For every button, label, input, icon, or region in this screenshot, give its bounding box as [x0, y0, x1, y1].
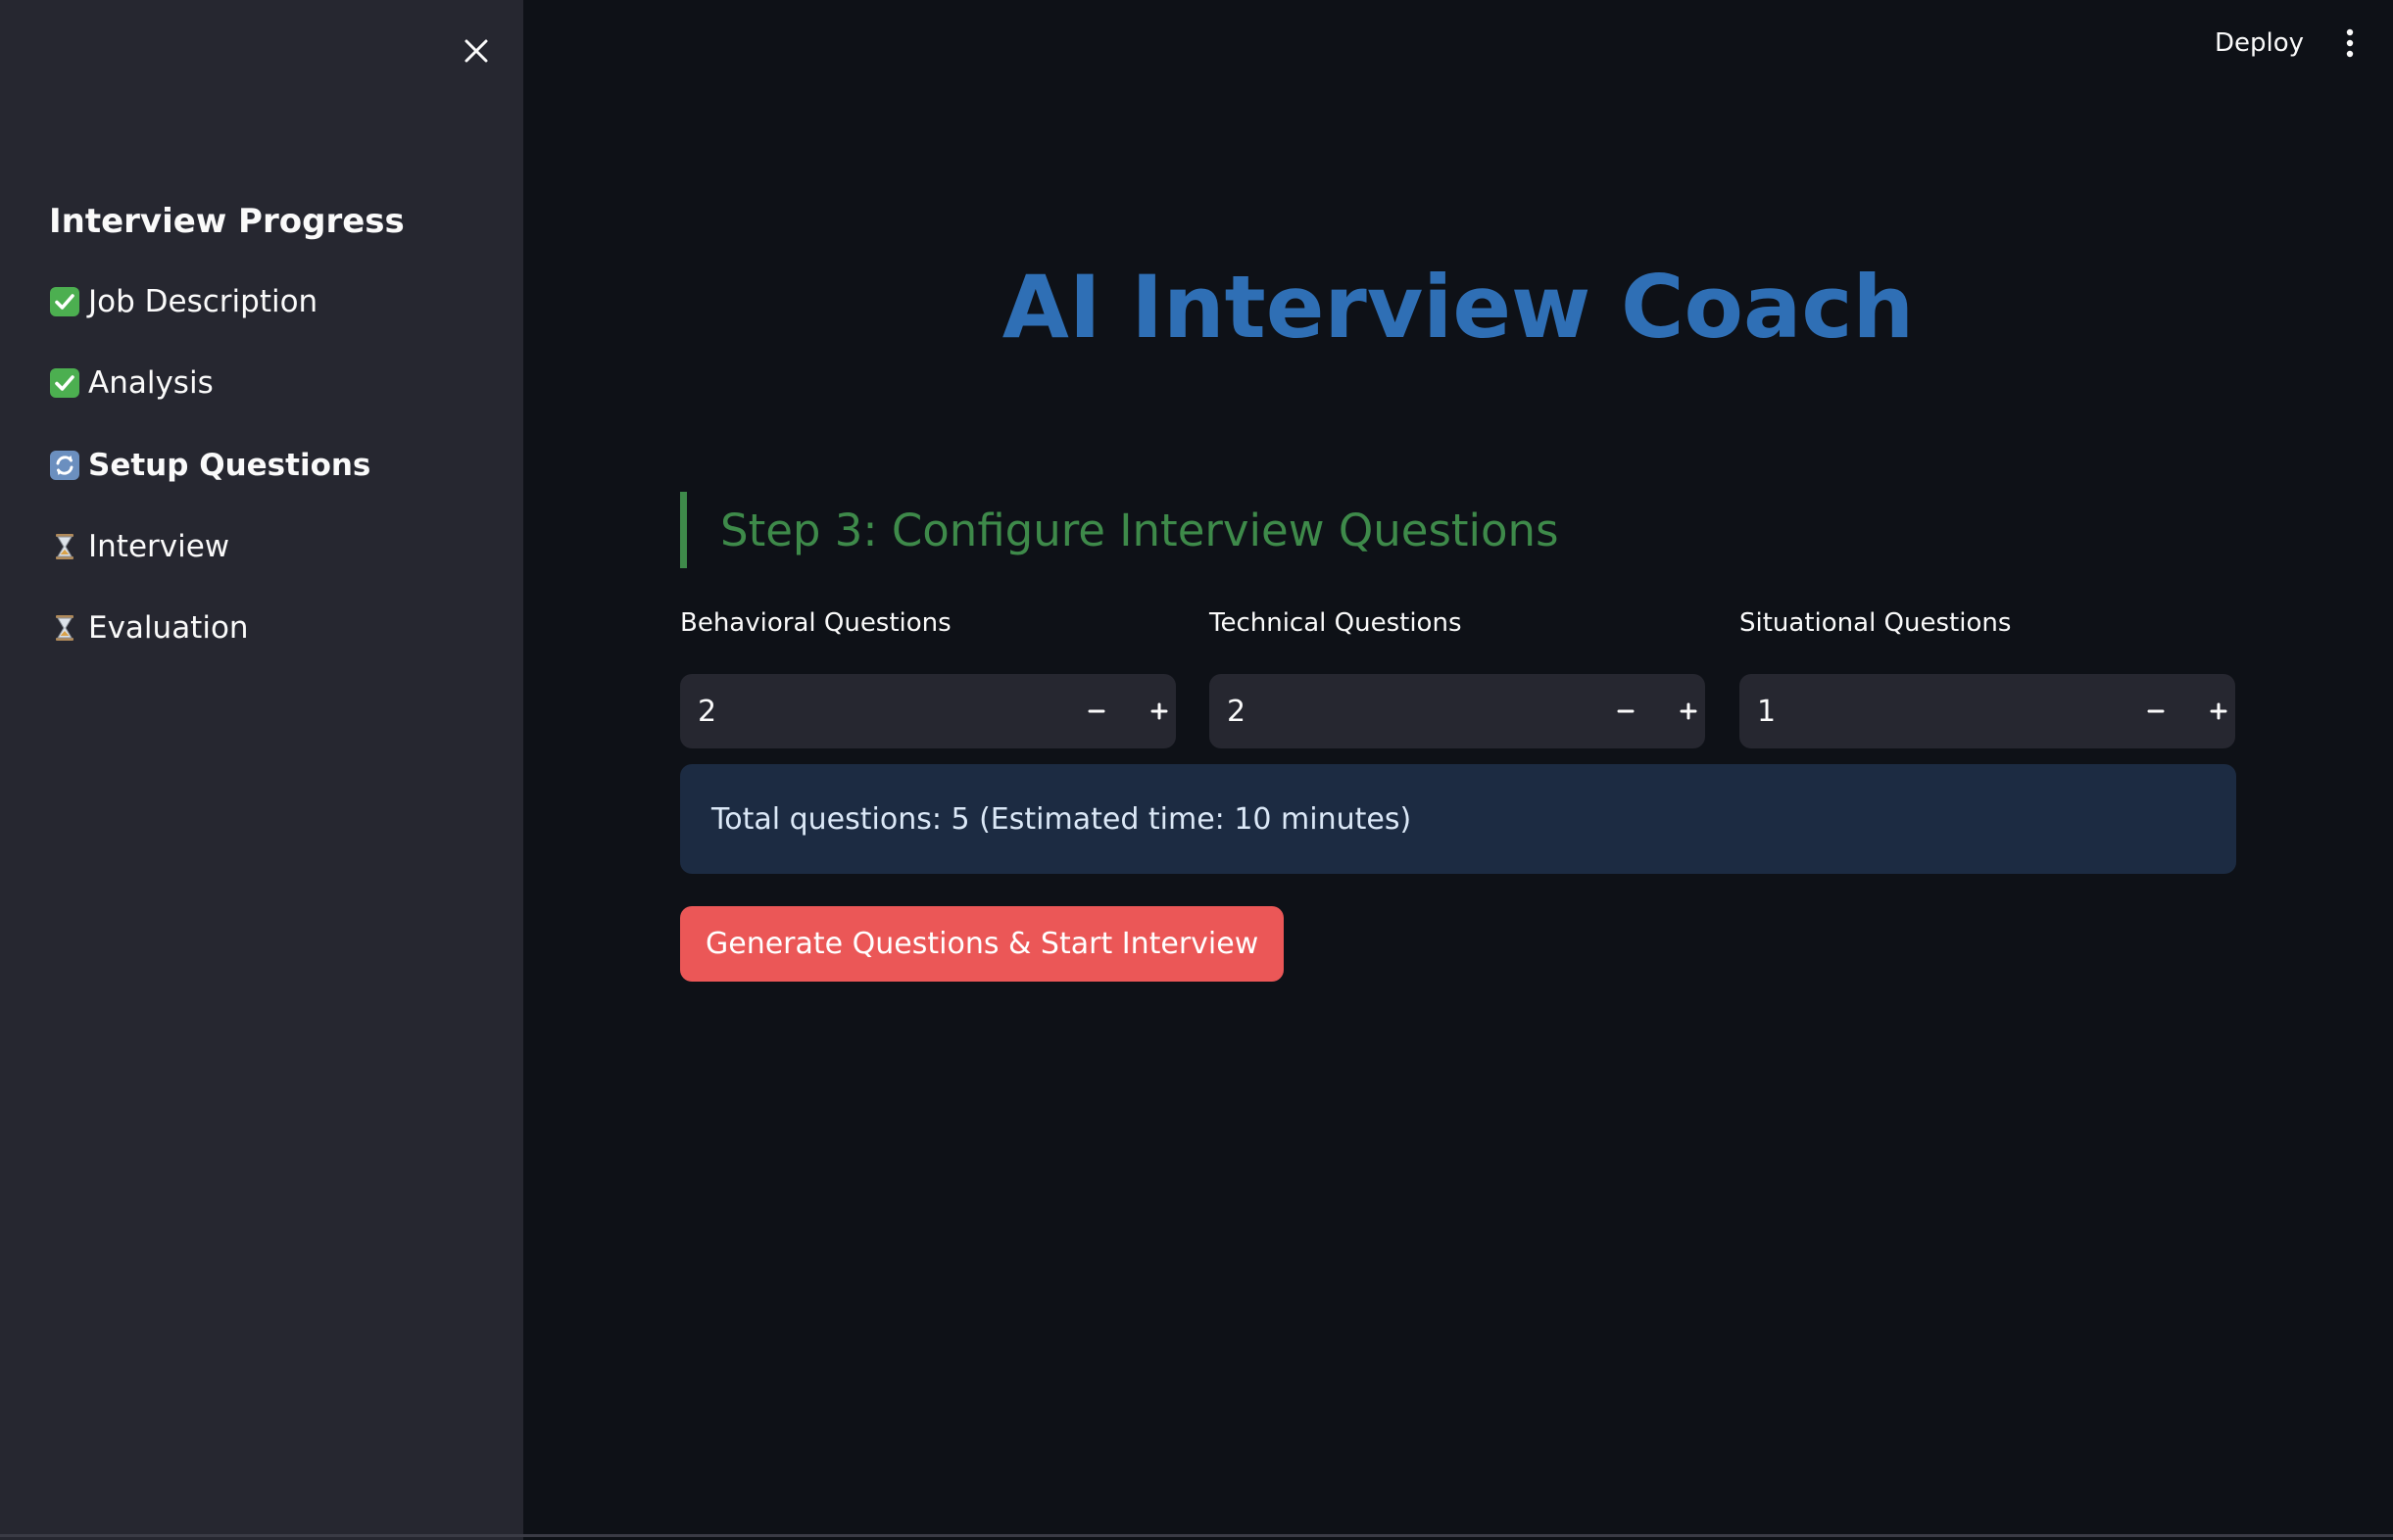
minus-icon — [1617, 709, 1635, 713]
check-icon — [49, 286, 80, 317]
sidebar-step-analysis: Analysis — [49, 361, 214, 405]
increment-button[interactable] — [1657, 674, 1720, 748]
situational-questions-input[interactable] — [1739, 673, 2124, 749]
sidebar-step-label: Analysis — [88, 365, 214, 401]
situational-questions-field: Situational Questions — [1739, 605, 2235, 749]
total-questions-info: Total questions: 5 (Estimated time: 10 m… — [680, 764, 2236, 874]
sidebar-step-evaluation: Evaluation — [49, 606, 249, 650]
behavioral-questions-field: Behavioral Questions — [680, 605, 1176, 749]
step-header: Step 3: Configure Interview Questions — [680, 492, 1559, 568]
situational-questions-stepper — [1739, 673, 2235, 749]
sidebar: Interview Progress Job Description Analy… — [0, 0, 523, 1540]
technical-questions-input[interactable] — [1209, 673, 1594, 749]
plus-icon — [1150, 702, 1168, 720]
kebab-vertical-icon — [2346, 28, 2354, 58]
generate-questions-button[interactable]: Generate Questions & Start Interview — [680, 906, 1285, 982]
sidebar-step-label: Interview — [88, 529, 230, 564]
sidebar-step-setup-questions: Setup Questions — [49, 444, 370, 487]
main-menu-button[interactable] — [2328, 22, 2371, 65]
decrement-button[interactable] — [1594, 674, 1657, 748]
sidebar-step-label: Job Description — [88, 284, 318, 319]
minus-icon — [1088, 709, 1105, 713]
close-sidebar-button[interactable] — [453, 27, 500, 74]
field-label: Behavioral Questions — [680, 608, 952, 638]
sidebar-title: Interview Progress — [49, 202, 405, 241]
field-label: Situational Questions — [1739, 608, 2012, 638]
sidebar-step-label: Setup Questions — [88, 448, 371, 483]
deploy-button[interactable]: Deploy — [2195, 22, 2323, 65]
increment-button[interactable] — [2187, 674, 2250, 748]
minus-icon — [2147, 709, 2165, 713]
sidebar-step-job-description: Job Description — [49, 280, 317, 323]
sidebar-step-interview: Interview — [49, 525, 229, 568]
refresh-icon — [49, 450, 80, 481]
behavioral-questions-input[interactable] — [680, 673, 1065, 749]
sidebar-step-label: Evaluation — [88, 610, 249, 646]
decrement-button[interactable] — [1065, 674, 1128, 748]
field-label: Technical Questions — [1209, 608, 1462, 638]
close-icon — [464, 39, 488, 63]
plus-icon — [2210, 702, 2227, 720]
hourglass-icon — [49, 531, 80, 562]
plus-icon — [1680, 702, 1697, 720]
app-window: Interview Progress Job Description Analy… — [0, 0, 2393, 1540]
page-title: AI Interview Coach — [1001, 257, 1915, 358]
technical-questions-field: Technical Questions — [1209, 605, 1705, 749]
hourglass-icon — [49, 612, 80, 644]
decrement-button[interactable] — [2124, 674, 2187, 748]
technical-questions-stepper — [1209, 673, 1705, 749]
increment-button[interactable] — [1128, 674, 1191, 748]
window-bottom-border — [0, 1534, 2393, 1537]
check-icon — [49, 367, 80, 399]
behavioral-questions-stepper — [680, 673, 1176, 749]
